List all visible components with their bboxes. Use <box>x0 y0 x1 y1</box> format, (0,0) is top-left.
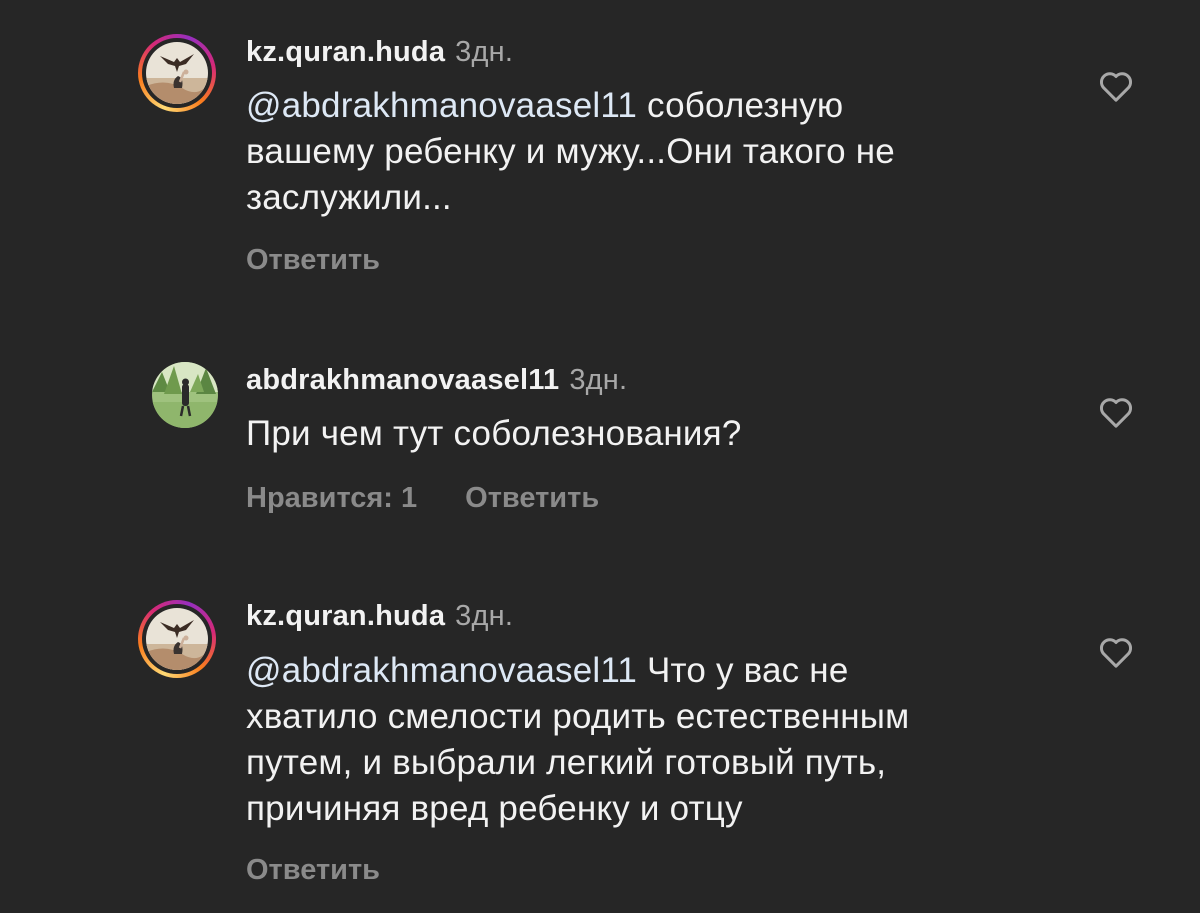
comment-text-line: хватило смелости родить естественным <box>246 697 910 736</box>
reply-button[interactable]: Ответить <box>465 482 599 515</box>
comment-username[interactable]: abdrakhmanovaasel11 3дн. <box>246 364 627 397</box>
heart-outline-icon[interactable] <box>1096 392 1136 432</box>
comment-text-line: Что у вас не <box>647 651 849 690</box>
story-ring <box>138 600 216 678</box>
comment-text-line: соболезную <box>647 86 844 125</box>
comment-text-line: При чем тут соболезнования? <box>246 414 742 453</box>
comment-timestamp: 3дн. <box>569 364 628 396</box>
avatar[interactable] <box>138 600 216 678</box>
eagle-avatar-icon <box>146 608 208 670</box>
mention-link[interactable]: @abdrakhmanovaasel11 <box>246 86 637 125</box>
comment-text-line: причиняя вред ребенку и отцу <box>246 789 743 828</box>
comment-text: @abdrakhmanovaasel11 Что у вас не хватил… <box>246 648 1046 832</box>
avatar[interactable] <box>138 34 216 112</box>
comment-text-line: путем, и выбрали легкий готовый путь, <box>246 743 887 782</box>
outdoor-person-avatar-icon <box>152 362 218 428</box>
heart-outline-icon[interactable] <box>1096 632 1136 672</box>
eagle-avatar-icon <box>146 42 208 104</box>
comment-actions: Ответить <box>246 244 380 277</box>
mention-link[interactable]: @abdrakhmanovaasel11 <box>246 651 637 690</box>
avatar[interactable] <box>152 362 218 428</box>
comment-actions: Нравится: 1 Ответить <box>246 482 599 515</box>
username-text[interactable]: abdrakhmanovaasel11 <box>246 364 559 396</box>
comment-text: При чем тут соболезнования? <box>246 411 1046 457</box>
username-text[interactable]: kz.quran.huda <box>246 600 445 632</box>
heart-outline-icon[interactable] <box>1096 66 1136 106</box>
comment-actions: Ответить <box>246 854 380 887</box>
comment-timestamp: 3дн. <box>455 600 514 632</box>
reply-button[interactable]: Ответить <box>246 244 380 277</box>
comment-username[interactable]: kz.quran.huda 3дн. <box>246 36 513 69</box>
reply-button[interactable]: Ответить <box>246 854 380 887</box>
username-text[interactable]: kz.quran.huda <box>246 36 445 68</box>
likes-count-button[interactable]: Нравится: 1 <box>246 482 417 515</box>
comment-text-line: заслужили... <box>246 178 452 217</box>
comment-text-line: вашему ребенку и мужу...Они такого не <box>246 132 895 171</box>
comment-timestamp: 3дн. <box>455 36 514 68</box>
comment-username[interactable]: kz.quran.huda 3дн. <box>246 600 513 633</box>
comment-text: @abdrakhmanovaasel11 соболезную вашему р… <box>246 83 1046 221</box>
story-ring <box>138 34 216 112</box>
